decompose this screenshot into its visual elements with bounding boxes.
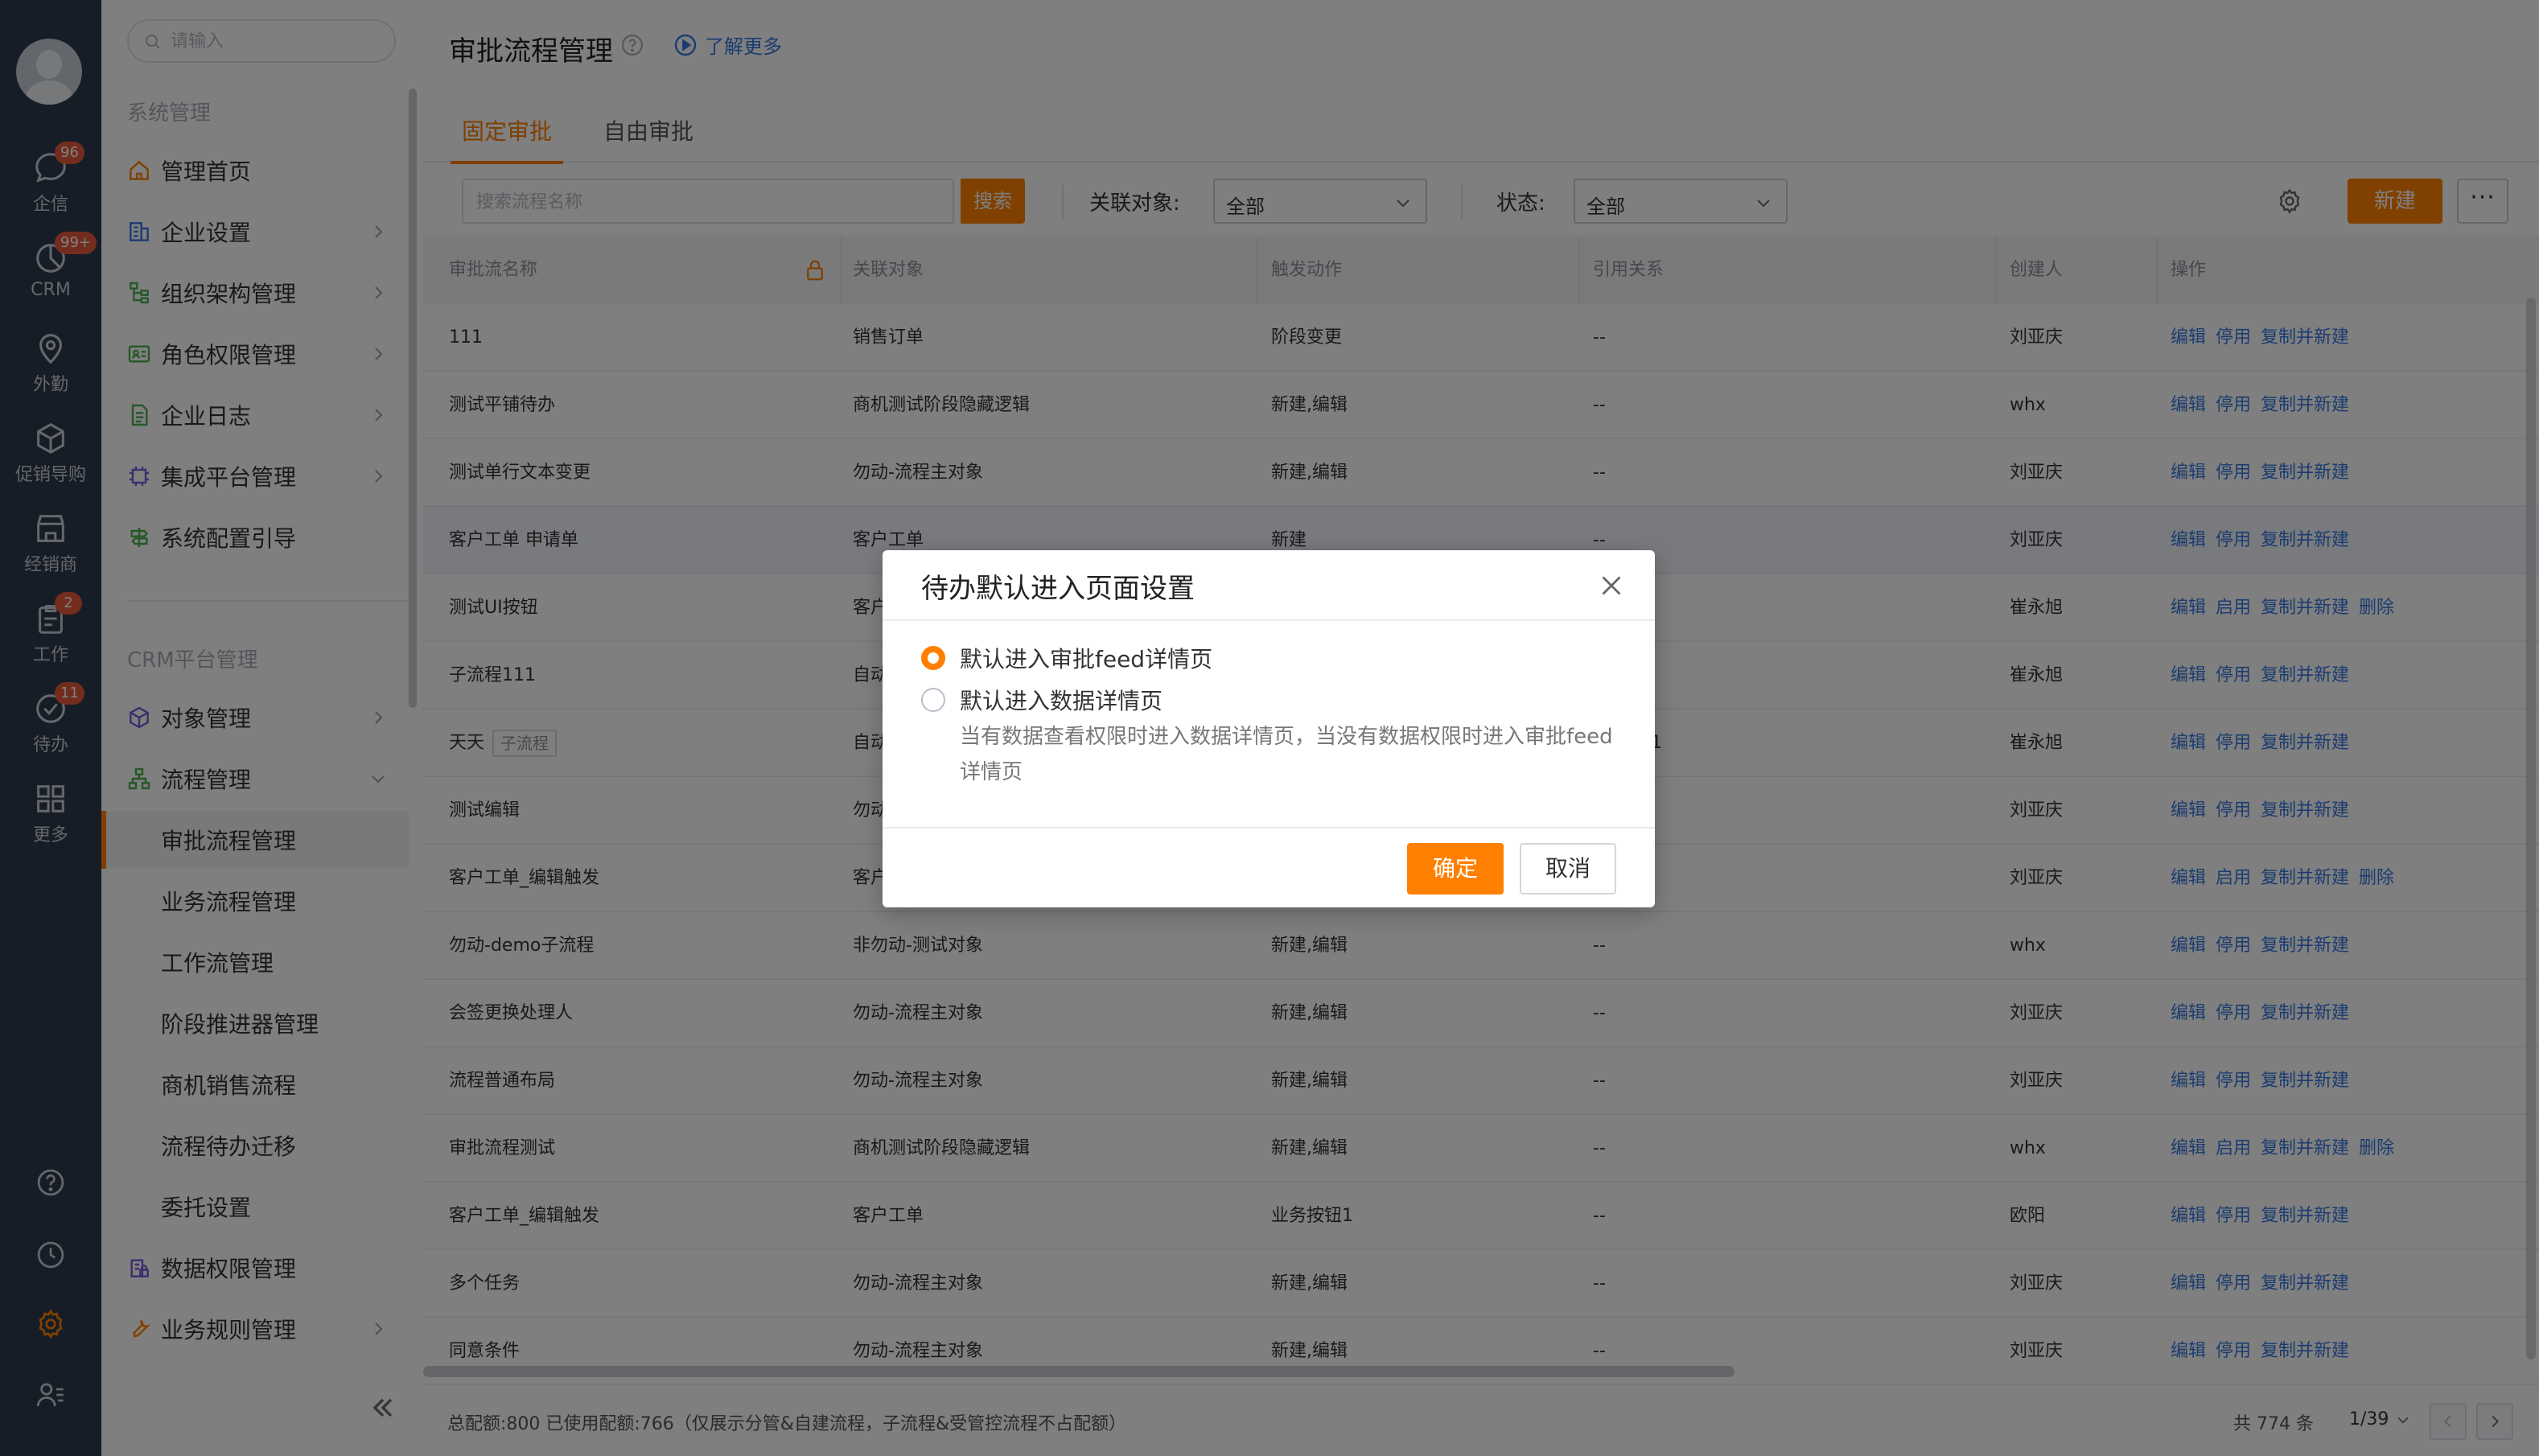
option-description: 当有数据查看权限时进入数据详情页，当没有数据权限时进入审批feed详情页 bbox=[960, 725, 1613, 784]
cancel-button[interactable]: 取消 bbox=[1520, 843, 1616, 895]
option-approval-feed[interactable]: 默认进入审批feed详情页 bbox=[921, 642, 1212, 674]
option-label: 默认进入数据详情页 bbox=[960, 688, 1163, 714]
close-icon[interactable] bbox=[1597, 571, 1626, 600]
dialog-divider bbox=[883, 827, 1655, 829]
confirm-button[interactable]: 确定 bbox=[1407, 843, 1504, 895]
radio-unchecked[interactable] bbox=[921, 688, 945, 712]
dialog-title: 待办默认进入页面设置 bbox=[921, 573, 1195, 605]
radio-checked[interactable] bbox=[921, 646, 945, 670]
option-data-detail[interactable]: 默认进入数据详情页 bbox=[921, 684, 1163, 716]
option-label: 默认进入审批feed详情页 bbox=[960, 646, 1213, 672]
dialog-divider bbox=[883, 619, 1655, 621]
todo-default-page-dialog: 待办默认进入页面设置 默认进入审批feed详情页 默认进入数据详情页 当有数据查… bbox=[883, 550, 1655, 907]
